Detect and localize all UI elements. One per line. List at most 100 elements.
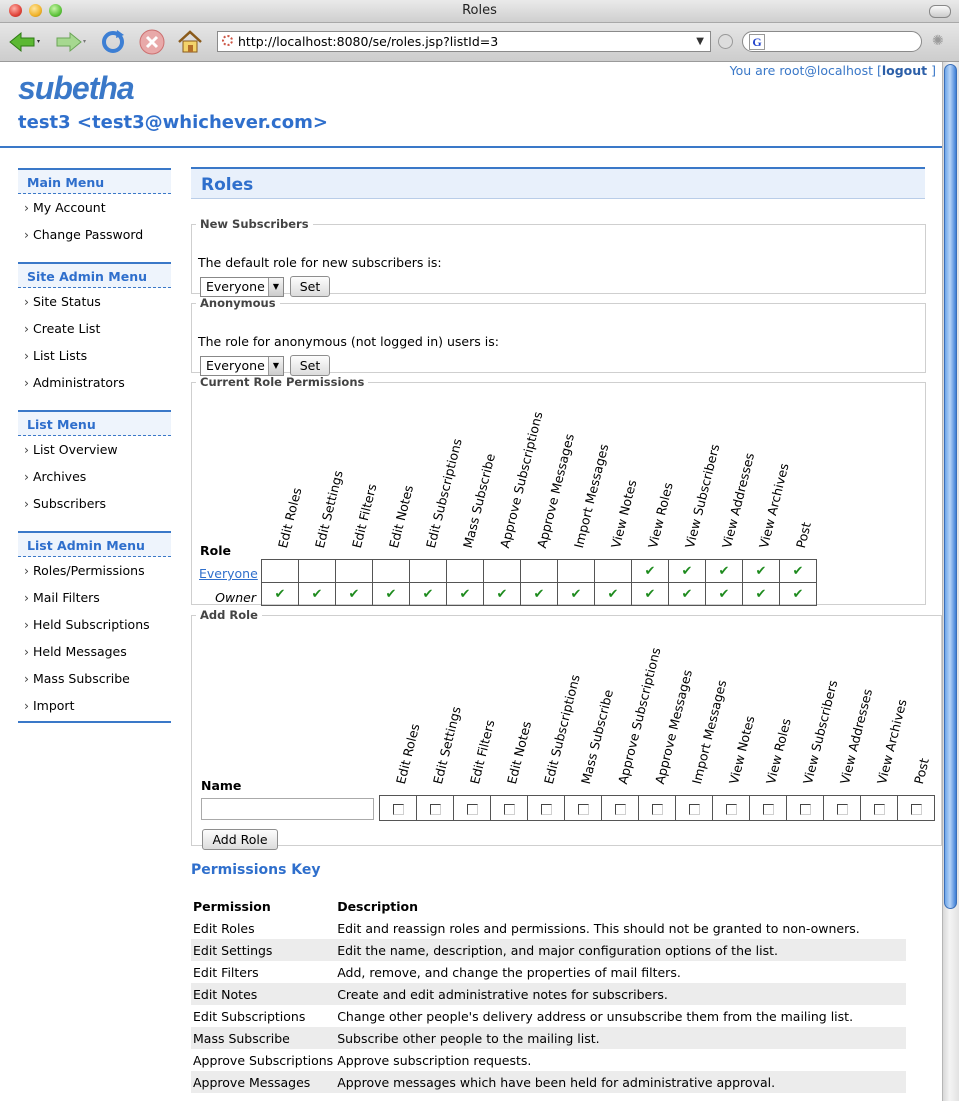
- home-button[interactable]: [175, 28, 205, 56]
- permission-checkbox-post[interactable]: [910, 803, 922, 815]
- permission-checkbox-edit-roles[interactable]: [392, 803, 404, 815]
- permission-checkbox-view-archives[interactable]: [873, 803, 885, 815]
- menu-item-list-lists[interactable]: List Lists: [18, 342, 171, 369]
- back-button[interactable]: [6, 28, 44, 56]
- go-button[interactable]: [718, 34, 733, 49]
- add-header-view-archives: View Archives: [874, 697, 910, 786]
- permission-description: Approve subscription requests.: [337, 1052, 532, 1068]
- menu-item-held-messages[interactable]: Held Messages: [18, 638, 171, 665]
- menu-item-archives[interactable]: Archives: [18, 463, 171, 490]
- permission-checkbox-import-messages[interactable]: [688, 803, 700, 815]
- permission-cell: ✔: [483, 582, 521, 606]
- permission-description: Change other people's delivery address o…: [337, 1008, 854, 1024]
- permission-checkbox-edit-filters[interactable]: [466, 803, 478, 815]
- menu-item-change-password[interactable]: Change Password: [18, 221, 171, 248]
- permission-checkbox-edit-notes[interactable]: [503, 803, 515, 815]
- permission-checkbox-approve-subscriptions[interactable]: [614, 803, 626, 815]
- role-name-input[interactable]: [201, 798, 374, 820]
- page-title: Roles: [201, 175, 254, 195]
- permission-name: Edit Subscriptions: [193, 1008, 306, 1024]
- permission-checkbox-view-subscribers[interactable]: [799, 803, 811, 815]
- table-row: Mass Subscribe Subscribe other people to …: [191, 1027, 906, 1049]
- checkmark-icon: ✔: [385, 587, 397, 602]
- current-header-edit-roles: Edit Roles: [275, 486, 305, 550]
- menu-item-mail-filters[interactable]: Mail Filters: [18, 584, 171, 611]
- search-field[interactable]: G: [742, 31, 922, 52]
- stop-button[interactable]: [137, 28, 167, 56]
- page-content: subetha test3 <test3@whichever.com> You …: [0, 62, 942, 1101]
- checkmark-icon: ✔: [792, 564, 804, 579]
- list-admin-menu-title: List Admin Menu: [18, 531, 171, 557]
- permission-cell: ✔: [779, 559, 817, 583]
- name-column-header: Name: [201, 778, 242, 793]
- add-header-approve-subscriptions: Approve Subscriptions: [615, 645, 664, 786]
- add-header-view-roles: View Roles: [763, 716, 794, 786]
- menu-item-administrators[interactable]: Administrators: [18, 369, 171, 396]
- anonymous-section: Anonymous The role for anonymous (not lo…: [191, 296, 926, 376]
- subetha-logo[interactable]: subetha: [18, 70, 135, 107]
- permission-cell: [372, 559, 410, 583]
- anonymous-set-button[interactable]: Set: [290, 355, 330, 376]
- checkmark-icon: ✔: [422, 587, 434, 602]
- role-row-owner: ✔ ✔ ✔ ✔ ✔ ✔ ✔ ✔ ✔ ✔ ✔ ✔ ✔ ✔ ✔: [261, 582, 817, 606]
- google-search-icon[interactable]: G: [749, 34, 765, 50]
- menu-item-import[interactable]: Import: [18, 692, 171, 719]
- permission-cell: ✔: [594, 582, 632, 606]
- back-arrow-icon: [9, 31, 40, 53]
- table-row: Edit Notes Create and edit administrative…: [191, 983, 906, 1005]
- logout-link[interactable]: logout: [882, 63, 927, 78]
- current-header-post: Post: [793, 520, 814, 550]
- menu-item-mass-subscribe[interactable]: Mass Subscribe: [18, 665, 171, 692]
- permission-checkbox-edit-settings[interactable]: [429, 803, 441, 815]
- anonymous-legend: Anonymous: [200, 296, 276, 310]
- role-everyone-link[interactable]: Everyone: [199, 566, 258, 581]
- permission-checkbox-view-roles[interactable]: [762, 803, 774, 815]
- menu-item-site-status[interactable]: Site Status: [18, 288, 171, 315]
- anonymous-selected: Everyone: [206, 358, 265, 373]
- url-text: http://localhost:8080/se/roles.jsp?listI…: [238, 34, 499, 49]
- list-admin-menu: List Admin Menu Roles/Permissions Mail F…: [18, 531, 171, 723]
- new-subscribers-role-select[interactable]: Everyone ▼: [200, 277, 284, 297]
- table-row: Approve Subscriptions Approve subscriptio…: [191, 1049, 906, 1071]
- add-header-mass-subscribe: Mass Subscribe: [578, 688, 616, 786]
- add-role-button[interactable]: Add Role: [202, 829, 278, 850]
- toolbar-toggle-button[interactable]: [929, 5, 951, 18]
- menu-item-subscribers[interactable]: Subscribers: [18, 490, 171, 517]
- add-header-import-messages: Import Messages: [689, 678, 730, 786]
- reload-button[interactable]: [98, 28, 128, 56]
- checkbox-cell: [749, 795, 787, 821]
- permission-checkbox-mass-subscribe[interactable]: [577, 803, 589, 815]
- url-dropdown-icon[interactable]: ▼: [696, 32, 704, 51]
- permission-cell: [335, 559, 373, 583]
- page-title-bar: Roles: [191, 167, 925, 199]
- anonymous-role-select[interactable]: Everyone ▼: [200, 356, 284, 376]
- forward-button[interactable]: [50, 28, 90, 56]
- permission-checkbox-approve-messages[interactable]: [651, 803, 663, 815]
- checkmark-icon: ✔: [755, 587, 767, 602]
- permission-cell: ✔: [557, 582, 595, 606]
- permission-cell: ✔: [372, 582, 410, 606]
- permission-cell: [261, 559, 299, 583]
- checkmark-icon: ✔: [755, 564, 767, 579]
- checkbox-cell: [601, 795, 639, 821]
- menu-item-roles-permissions[interactable]: Roles/Permissions: [18, 557, 171, 584]
- checkmark-icon: ✔: [644, 564, 656, 579]
- menu-item-create-list[interactable]: Create List: [18, 315, 171, 342]
- permission-cell: ✔: [298, 582, 336, 606]
- current-header-edit-settings: Edit Settings: [312, 468, 346, 550]
- permission-checkbox-edit-subscriptions[interactable]: [540, 803, 552, 815]
- scrollbar-thumb[interactable]: [944, 64, 957, 909]
- current-header-view-roles: View Roles: [645, 480, 676, 550]
- menu-item-my-account[interactable]: My Account: [18, 194, 171, 221]
- menu-item-held-subscriptions[interactable]: Held Subscriptions: [18, 611, 171, 638]
- home-icon: [178, 30, 202, 53]
- checkbox-cell: [379, 795, 417, 821]
- url-field[interactable]: http://localhost:8080/se/roles.jsp?listI…: [217, 31, 711, 52]
- permission-checkbox-view-addresses[interactable]: [836, 803, 848, 815]
- permission-cell: ✔: [742, 582, 780, 606]
- menu-item-list-overview[interactable]: List Overview: [18, 436, 171, 463]
- user-prefix: You are root@localhost [: [729, 63, 882, 78]
- permission-checkbox-view-notes[interactable]: [725, 803, 737, 815]
- new-subscribers-set-button[interactable]: Set: [290, 276, 330, 297]
- permission-name: Edit Settings: [191, 939, 336, 961]
